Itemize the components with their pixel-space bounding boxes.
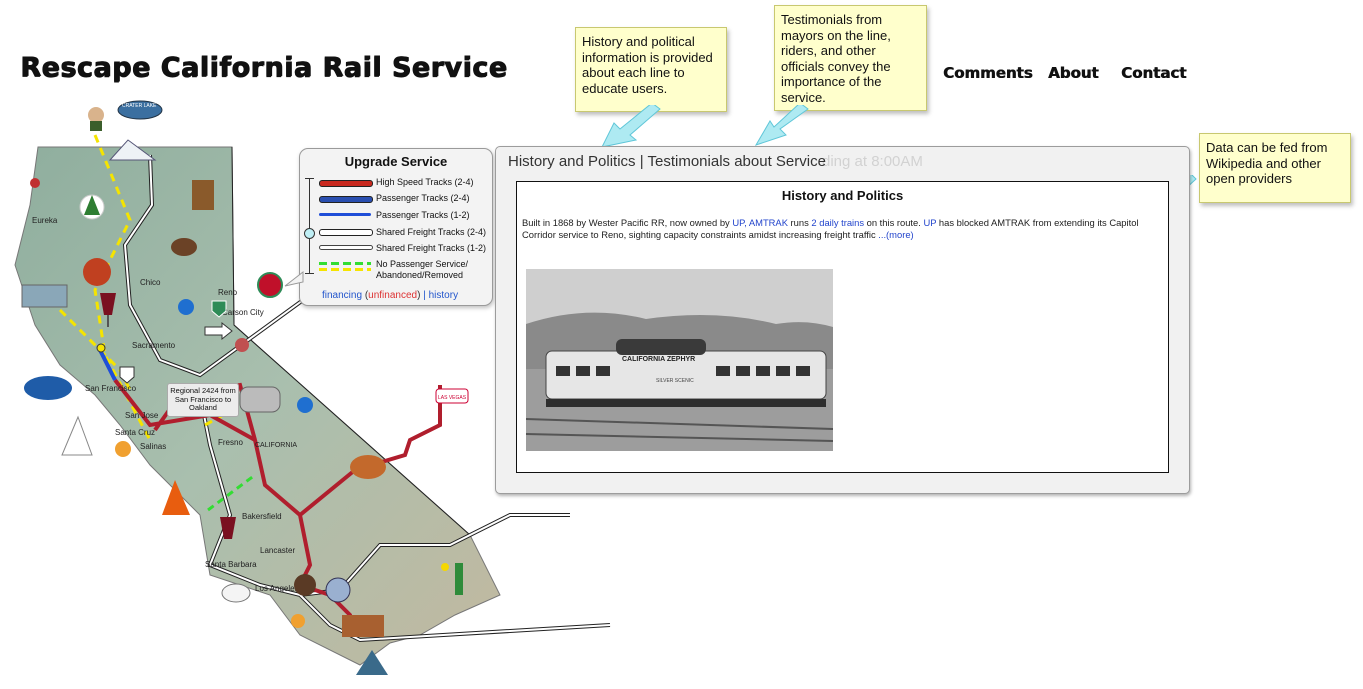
- star-badge-icon[interactable]: [294, 574, 316, 596]
- site-title: Rescape California Rail Service: [20, 52, 508, 83]
- selected-train-icon[interactable]: [257, 272, 283, 298]
- financing-link[interactable]: financing: [322, 290, 362, 301]
- train-tooltip: Regional 2424 from San Francisco to Oakl…: [167, 383, 239, 417]
- city-label: Los Angeles: [255, 584, 299, 593]
- rocks-icon[interactable]: [239, 386, 281, 413]
- nav-comments-link[interactable]: Comments: [943, 64, 1033, 82]
- legend-swatch-freight-2-4: [319, 229, 373, 236]
- city-label: Lancaster: [260, 546, 295, 555]
- legend-slider-track: [309, 179, 310, 273]
- cyclist-icon[interactable]: [235, 338, 249, 352]
- history-card: History and Politics Built in 1868 by We…: [516, 181, 1169, 473]
- data-note: Data can be fed from Wikipedia and other…: [1199, 133, 1351, 203]
- legend-item-no-service[interactable]: No Passenger Service/ Abandoned/Removed: [376, 259, 476, 281]
- skier-icon[interactable]: [178, 299, 194, 315]
- up-link[interactable]: UP: [732, 217, 744, 228]
- city-label: Eureka: [32, 216, 58, 225]
- nav-about-link[interactable]: About: [1048, 64, 1099, 82]
- crater-lake-icon[interactable]: CRATER LAKE: [117, 100, 163, 120]
- legend-slider-handle[interactable]: [304, 228, 315, 239]
- skier-icon[interactable]: [297, 397, 313, 413]
- legend-slider-cap: [305, 178, 314, 179]
- history-title: History and Politics: [781, 188, 904, 203]
- city-label: Chico: [140, 278, 161, 287]
- legend-swatch-no-service: [319, 262, 371, 265]
- legend-pointer: [284, 270, 304, 287]
- testimonials-arrow-icon: [754, 105, 809, 146]
- legend-item-passenger-2-4[interactable]: Passenger Tracks (2-4): [376, 193, 470, 203]
- city-label: Salinas: [140, 442, 166, 451]
- las-vegas-sign-icon[interactable]: LAS VEGAS: [435, 388, 469, 404]
- sailboat-icon[interactable]: [61, 415, 93, 456]
- legend-slider-cap: [305, 273, 314, 274]
- legend-swatch-passenger-1-2: [319, 213, 371, 216]
- city-label: Bakersfield: [242, 512, 282, 521]
- book-icon[interactable]: [192, 180, 214, 210]
- legend-links: financing (unfinanced) | history: [322, 290, 459, 301]
- more-link[interactable]: ...(more): [878, 229, 913, 240]
- city-label: Santa Barbara: [205, 560, 257, 569]
- legend-item-freight-1-2[interactable]: Shared Freight Tracks (1-2): [376, 243, 486, 253]
- city-label: Carson City: [222, 308, 264, 317]
- shakespeare-icon[interactable]: [88, 107, 104, 131]
- hiker-icon[interactable]: [30, 178, 40, 188]
- bridge-icon[interactable]: [21, 284, 68, 308]
- whale-icon[interactable]: [24, 376, 72, 400]
- panel-tabs[interactable]: History and Politics | Testimonials abou…: [508, 153, 826, 170]
- history-text: Built in 1868 by Wester Pacific RR, now …: [522, 217, 1139, 240]
- nav-contact-link[interactable]: Contact: [1121, 64, 1186, 82]
- svg-text:LAS VEGAS: LAS VEGAS: [438, 395, 467, 401]
- city-label: Santa Cruz: [115, 428, 155, 437]
- legend-swatch-abandoned: [319, 268, 371, 271]
- amtrak-link[interactable]: AMTRAK: [749, 217, 788, 228]
- canyon-icon[interactable]: [350, 455, 386, 479]
- train-icon[interactable]: [83, 258, 111, 286]
- mission-icon[interactable]: [325, 577, 351, 603]
- state-label: CALIFORNIA: [255, 442, 297, 449]
- city-label: San Francisco: [85, 384, 137, 393]
- legend-swatch-high-speed: [319, 180, 373, 187]
- up-link[interactable]: UP: [923, 217, 936, 228]
- legend-link-separator: |: [423, 290, 426, 301]
- surfer-icon[interactable]: [291, 614, 305, 628]
- city-label: Reno: [218, 288, 238, 297]
- tree-icon[interactable]: [79, 194, 105, 220]
- upgrade-service-legend: Upgrade Service High Speed Tracks (2-4) …: [299, 148, 493, 306]
- photo-subcaption: SILVER SCENIC: [656, 378, 694, 384]
- surfer-icon[interactable]: [115, 441, 131, 457]
- city-label: Fresno: [218, 438, 243, 447]
- svg-text:CRATER LAKE: CRATER LAKE: [122, 103, 157, 109]
- legend-swatch-passenger-2-4: [319, 196, 373, 203]
- station-marker-icon[interactable]: [96, 343, 106, 353]
- bear-icon[interactable]: [171, 238, 197, 256]
- daily-trains-link[interactable]: 2 daily trains: [811, 217, 864, 228]
- city-label: San Jose: [125, 411, 159, 420]
- motel-icon[interactable]: [342, 615, 384, 637]
- testimonials-note: Testimonials from mayors on the line, ri…: [774, 5, 927, 111]
- city-label: Sacramento: [132, 341, 176, 350]
- unfinanced-link[interactable]: unfinanced: [368, 290, 417, 301]
- panel-ghost-text: ding at 8:00AM: [822, 153, 923, 170]
- photo-caption: CALIFORNIA ZEPHYR: [622, 356, 695, 363]
- history-link[interactable]: history: [429, 290, 458, 301]
- legend-item-high-speed[interactable]: High Speed Tracks (2-4): [376, 177, 474, 187]
- legend-swatch-freight-1-2: [319, 245, 373, 250]
- legend-title: Upgrade Service: [344, 154, 448, 169]
- legend-item-freight-2-4[interactable]: Shared Freight Tracks (2-4): [376, 227, 486, 237]
- zephyr-photo[interactable]: CALIFORNIA ZEPHYR SILVER SCENIC: [526, 269, 833, 451]
- legend-item-passenger-1-2[interactable]: Passenger Tracks (1-2): [376, 210, 470, 220]
- sheep-icon[interactable]: [221, 583, 251, 603]
